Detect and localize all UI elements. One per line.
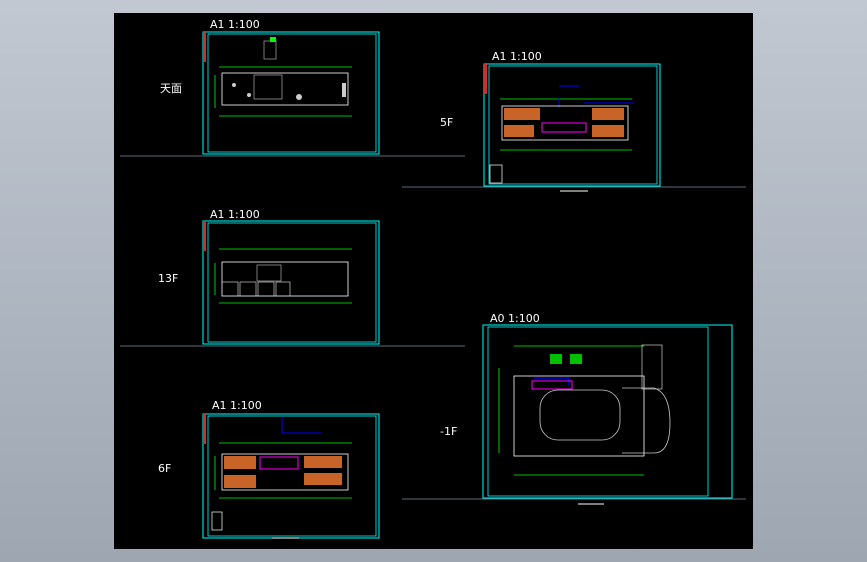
pipe-outline: [259, 456, 299, 470]
floor-label: -1F: [440, 425, 457, 438]
cad-model-space[interactable]: A1 1:100 天面 A1 1:100 13F A1 1:100 6F A1 …: [114, 13, 753, 549]
sheet-frame: [202, 31, 380, 155]
sheet-roof[interactable]: A1 1:100 天面: [160, 18, 380, 155]
core-block: [256, 264, 282, 282]
room-highlight: [304, 456, 342, 468]
green-block: [550, 354, 562, 364]
sheet-13f[interactable]: A1 1:100 13F: [158, 208, 380, 345]
floor-plan-outline: [221, 72, 349, 106]
pipe-outline: [541, 122, 587, 133]
scale-label: A1 1:100: [492, 50, 542, 63]
floor-label: 5F: [440, 116, 453, 129]
room-highlight: [304, 473, 342, 485]
cad-drawing-canvas[interactable]: A1 1:100 天面 A1 1:100 13F A1 1:100 6F A1 …: [114, 13, 753, 549]
title-strip: [203, 414, 206, 444]
room-highlight: [224, 456, 256, 469]
equipment-symbol: [247, 93, 251, 97]
pipe-outline: [531, 380, 573, 390]
room: [275, 281, 291, 297]
scale-label: A1 1:100: [210, 208, 260, 221]
sheet-b1[interactable]: A0 1:100 -1F: [440, 312, 733, 505]
scale-label: A1 1:100: [210, 18, 260, 31]
room-highlight: [592, 108, 624, 120]
room-highlight: [504, 108, 540, 120]
equipment-symbol: [296, 94, 302, 100]
equipment-symbol: [342, 83, 346, 97]
sheet-border: [207, 222, 377, 343]
room-highlight: [224, 475, 256, 488]
sheet-border: [207, 33, 377, 153]
duct-line: [281, 418, 322, 434]
duct-line: [558, 85, 634, 108]
floor-label: 13F: [158, 272, 178, 285]
core-block: [253, 74, 283, 100]
ramp-curve: [622, 387, 671, 454]
sheet-border: [487, 326, 709, 497]
sheet-6f[interactable]: A1 1:100 6F: [158, 399, 380, 539]
ramp-loop: [539, 389, 621, 441]
legend-box: [489, 164, 503, 184]
title-strip: [203, 221, 206, 251]
scale-label: A0 1:100: [490, 312, 540, 325]
sheet-frame: [482, 324, 733, 499]
title-strip: [484, 64, 487, 94]
scale-label: A1 1:100: [212, 399, 262, 412]
room: [239, 281, 257, 297]
floor-plan-outline: [221, 261, 349, 297]
room-highlight: [504, 125, 534, 137]
floor-label: 6F: [158, 462, 171, 475]
sheet-5f[interactable]: A1 1:100 5F: [440, 50, 661, 192]
green-block: [570, 354, 582, 364]
roof-structure: [263, 40, 277, 60]
room-highlight: [592, 125, 624, 137]
legend-box: [211, 511, 223, 531]
green-block: [270, 37, 276, 42]
room: [257, 281, 275, 297]
parking-block: [641, 344, 663, 390]
sheet-frame: [202, 220, 380, 345]
room: [221, 281, 239, 297]
floor-label: 天面: [160, 82, 182, 95]
title-strip: [203, 32, 206, 62]
equipment-symbol: [232, 83, 236, 87]
